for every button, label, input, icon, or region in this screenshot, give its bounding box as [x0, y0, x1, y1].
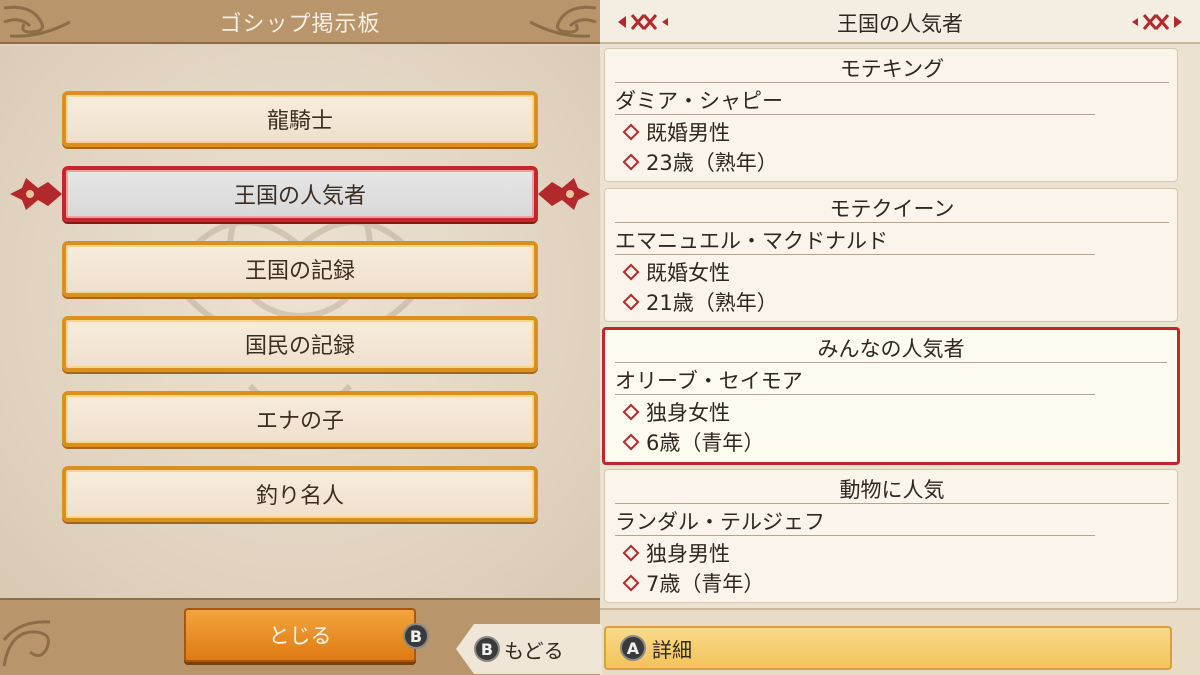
diamond-bullet-icon — [622, 403, 640, 421]
card-status: 独身女性 — [646, 401, 730, 425]
b-button-icon: B — [403, 623, 429, 649]
card-person-name: ランダル・テルジェフ — [615, 506, 1095, 536]
popularity-card-selected[interactable]: みんなの人気者 オリーブ・セイモア 独身女性 6歳（青年） — [602, 327, 1180, 465]
card-age: 21歳（熟年） — [646, 291, 778, 315]
b-button-icon: B — [474, 636, 500, 662]
diamond-bullet-icon — [622, 574, 640, 592]
card-category: 動物に人気 — [615, 474, 1169, 504]
card-status-row: 独身女性 — [621, 397, 730, 427]
selection-ornament-right-icon — [538, 178, 590, 210]
card-age: 23歳（熟年） — [646, 151, 778, 175]
diamond-bullet-icon — [622, 293, 640, 311]
selection-ornament-left-icon — [10, 178, 62, 210]
card-person-name: エマニュエル・マクドナルド — [615, 225, 1095, 255]
card-status: 既婚男性 — [646, 121, 730, 145]
menu-item-label: 釣り名人 — [255, 484, 344, 509]
header-x-ornament-icon — [1132, 14, 1182, 30]
card-status-row: 既婚女性 — [621, 257, 730, 287]
card-category: モテキング — [615, 53, 1169, 83]
card-age-row: 6歳（青年） — [621, 427, 764, 457]
diamond-bullet-icon — [622, 263, 640, 281]
card-age: 6歳（青年） — [646, 431, 765, 455]
menu-item-kingdom-records[interactable]: 王国の記録 — [62, 241, 538, 297]
close-button[interactable]: とじる — [184, 608, 416, 662]
corner-scroll-ornament-icon — [2, 620, 51, 667]
close-button-label: とじる — [268, 624, 332, 648]
card-age-row: 23歳（熟年） — [621, 147, 778, 177]
card-age-row: 7歳（青年） — [621, 568, 764, 598]
diamond-bullet-icon — [622, 544, 640, 562]
diamond-bullet-icon — [622, 433, 640, 451]
popularity-card[interactable]: 動物に人気 ランダル・テルジェフ 独身男性 7歳（青年） — [604, 469, 1178, 603]
left-header: ゴシップ掲示板 — [0, 0, 600, 44]
card-status-row: 独身男性 — [621, 538, 730, 568]
card-age: 7歳（青年） — [646, 572, 765, 596]
card-status: 独身男性 — [646, 542, 730, 566]
menu-item-dragon-knight[interactable]: 龍騎士 — [62, 91, 538, 147]
card-person-name: オリーブ・セイモア — [615, 365, 1095, 395]
details-button[interactable]: A 詳細 — [604, 626, 1172, 670]
menu-item-label: 王国の人気者 — [233, 184, 366, 209]
popularity-card[interactable]: モテクイーン エマニュエル・マクドナルド 既婚女性 21歳（熟年） — [604, 188, 1178, 322]
kingdom-popular-panel: 王国の人気者 モテキング ダミア・シャピー 既婚男性 23歳（熟年） モテクイー… — [600, 0, 1200, 675]
back-button[interactable]: B もどる — [456, 624, 602, 674]
popularity-card[interactable]: モテキング ダミア・シャピー 既婚男性 23歳（熟年） — [604, 48, 1178, 182]
corner-scroll-ornament-icon — [529, 5, 597, 38]
menu-item-label: 王国の記録 — [244, 259, 355, 284]
menu-item-label: 龍騎士 — [266, 109, 333, 134]
diamond-bullet-icon — [622, 123, 640, 141]
menu-item-fishing-master[interactable]: 釣り名人 — [62, 466, 538, 522]
card-age-row: 21歳（熟年） — [621, 287, 778, 317]
a-button-icon: A — [620, 635, 646, 661]
panel-title: 王国の人気者 — [837, 12, 963, 36]
card-person-name: ダミア・シャピー — [615, 85, 1095, 115]
menu-item-label: エナの子 — [255, 409, 344, 434]
back-label: もどる — [504, 638, 564, 663]
gossip-board-panel: ゴシップ掲示板 龍騎士 王国の人気者 王国の記録 国民の記録 エナの子 釣り名人… — [0, 0, 600, 675]
details-label: 詳細 — [652, 637, 692, 662]
menu-item-label: 国民の記録 — [244, 334, 355, 359]
diamond-bullet-icon — [622, 153, 640, 171]
menu-item-kingdom-popular[interactable]: 王国の人気者 — [62, 166, 538, 222]
right-header: 王国の人気者 — [600, 0, 1200, 44]
card-status-row: 既婚男性 — [621, 117, 730, 147]
menu-item-citizen-records[interactable]: 国民の記録 — [62, 316, 538, 372]
menu-item-ena-children[interactable]: エナの子 — [62, 391, 538, 447]
card-status: 既婚女性 — [646, 261, 730, 285]
card-category: モテクイーン — [615, 193, 1169, 223]
card-category: みんなの人気者 — [615, 333, 1167, 363]
